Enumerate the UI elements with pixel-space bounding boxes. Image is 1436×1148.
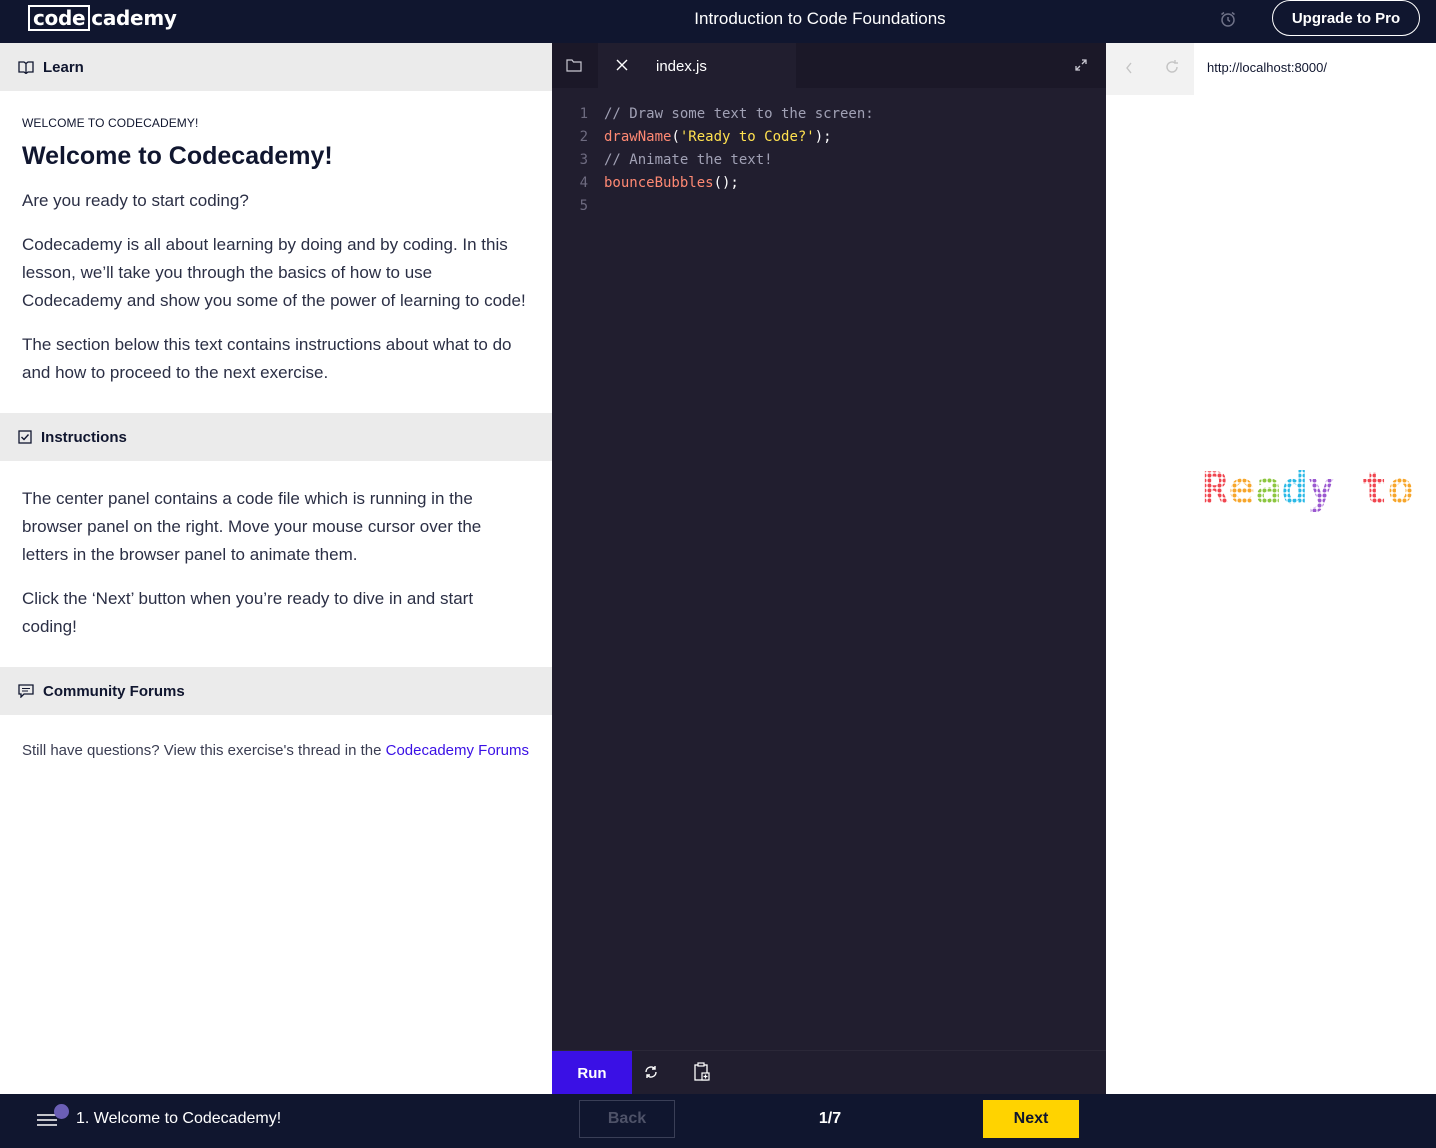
course-title: Introduction to Code Foundations <box>694 9 946 28</box>
code-comment: // Animate the text! <box>604 152 773 168</box>
top-bar: code cademy Introduction to Code Foundati… <box>0 0 1436 43</box>
canvas-letter: a <box>1255 463 1282 514</box>
code-line: 3 // Animate the text! <box>552 149 874 172</box>
canvas-letter: o <box>1388 463 1415 514</box>
learn-panel: Learn WELCOME TO CODECADEMY! Welcome to … <box>0 43 552 1094</box>
ready-to-code-canvas[interactable]: Ready to <box>1202 453 1436 523</box>
learn-paragraph: The section below this text contains ins… <box>22 335 512 382</box>
learn-label: Learn <box>43 58 84 76</box>
code-comment: // Draw some text to the screen: <box>604 106 874 122</box>
code-line: 2 drawName('Ready to Code?'); <box>552 126 874 149</box>
code-text: bounceBubbles(); <box>594 172 739 195</box>
canvas-letter: y <box>1308 463 1335 514</box>
lesson-eyebrow: WELCOME TO CODECADEMY! <box>22 116 199 130</box>
notification-dot <box>54 1104 69 1119</box>
instructions-paragraph: Click the ‘Next’ button when you’re read… <box>22 589 474 636</box>
upgrade-to-pro-button[interactable]: Upgrade to Pro <box>1272 0 1420 36</box>
code-punct: ); <box>814 129 832 145</box>
tab-learn[interactable]: Learn <box>0 43 552 91</box>
code-line: 4 bounceBubbles(); <box>552 172 874 195</box>
line-number: 1 <box>579 106 588 122</box>
canvas-letter: R <box>1202 463 1229 514</box>
code-area[interactable]: 1 // Draw some text to the screen: 2 dra… <box>552 103 874 218</box>
exercise-progress: 1/7 <box>818 1110 842 1127</box>
browser-toolbar: http://localhost:8000/ <box>1106 43 1436 95</box>
logo-code-box: code <box>28 5 91 31</box>
browser-nav <box>1106 43 1194 95</box>
run-button[interactable]: Run <box>552 1051 632 1095</box>
learn-paragraph: Are you ready to start coding? <box>22 191 249 210</box>
code-line: 1 // Draw some text to the screen: <box>552 103 874 126</box>
code-punct: (); <box>713 175 739 191</box>
reload-icon[interactable] <box>1164 59 1180 80</box>
expand-icon[interactable] <box>1074 58 1088 77</box>
learn-paragraph: Codecademy is all about learning by doin… <box>22 235 526 310</box>
checkbox-icon <box>18 430 32 444</box>
community-forums-label: Community Forums <box>43 682 185 700</box>
back-arrow-icon[interactable] <box>1124 61 1134 80</box>
instructions-label: Instructions <box>41 428 127 446</box>
reset-icon[interactable] <box>643 1064 659 1085</box>
line-number: 5 <box>579 198 588 214</box>
canvas-letter <box>1335 463 1362 514</box>
code-function: bounceBubbles <box>604 175 714 191</box>
url-bar[interactable]: http://localhost:8000/ <box>1207 60 1327 75</box>
line-number: 2 <box>579 129 588 145</box>
folder-icon[interactable] <box>566 58 582 77</box>
code-function: drawName <box>604 129 672 145</box>
code-line: 5 <box>552 195 874 218</box>
bottom-bar: 1. Welcome to Codecademy! Back 1/7 Next <box>0 1094 1436 1148</box>
code-punct: ( <box>671 129 680 145</box>
forums-link[interactable]: Codecademy Forums <box>386 742 529 759</box>
copy-to-clipboard-icon[interactable] <box>693 1062 711 1087</box>
file-tab-index-js[interactable]: index.js <box>598 43 796 88</box>
instructions-paragraph: The center panel contains a code file wh… <box>22 489 482 564</box>
editor-tab-bar: index.js <box>552 43 1106 88</box>
line-number: 3 <box>579 152 588 168</box>
chat-bubble-icon <box>18 684 34 698</box>
codecademy-logo[interactable]: code cademy <box>28 5 177 31</box>
community-forums-header: Community Forums <box>0 667 552 715</box>
canvas-text: Ready to <box>1202 463 1414 514</box>
run-toolbar: Run <box>552 1050 1106 1095</box>
close-icon[interactable] <box>616 58 628 76</box>
code-string: 'Ready to Code?' <box>679 129 815 145</box>
file-name: index.js <box>656 58 707 75</box>
canvas-letter: t <box>1361 463 1388 514</box>
alarm-clock-icon[interactable] <box>1218 9 1238 29</box>
code-text: drawName('Ready to Code?'); <box>594 126 832 149</box>
canvas-letter: d <box>1282 463 1309 514</box>
logo-text: cademy <box>91 6 177 30</box>
forums-text: Still have questions? View this exercise… <box>22 739 530 763</box>
lesson-name[interactable]: 1. Welcome to Codecademy! <box>76 1110 281 1128</box>
book-icon <box>18 61 34 74</box>
canvas-letter: e <box>1229 463 1256 514</box>
browser-panel: http://localhost:8000/ Ready to <box>1106 43 1436 1094</box>
code-editor-panel: index.js 1 // Draw some text to the scre… <box>552 43 1106 1095</box>
lesson-title: Welcome to Codecademy! <box>22 142 333 170</box>
instructions-header: Instructions <box>0 413 552 461</box>
next-button[interactable]: Next <box>983 1100 1079 1138</box>
line-number: 4 <box>579 175 588 191</box>
forums-prompt: Still have questions? View this exercise… <box>22 742 386 759</box>
back-button[interactable]: Back <box>579 1100 675 1138</box>
